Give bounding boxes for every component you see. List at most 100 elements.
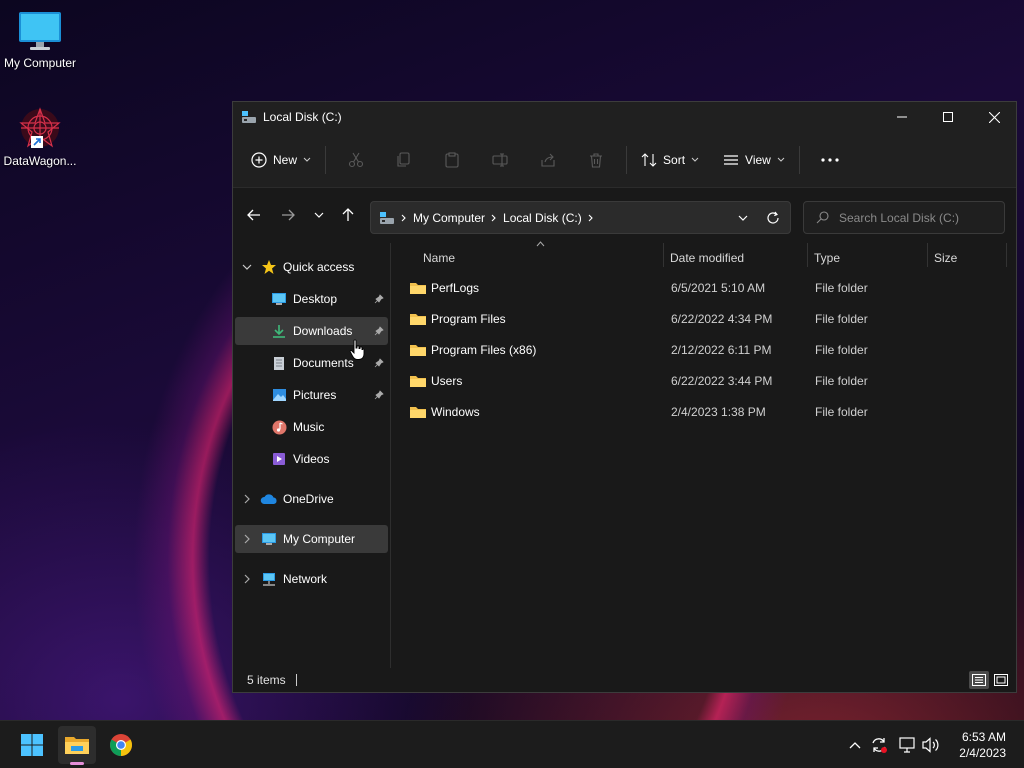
minimize-button[interactable] [879,102,925,132]
pin-icon [374,326,384,336]
taskbar-file-explorer[interactable] [58,726,96,765]
search-placeholder: Search Local Disk (C:) [839,210,960,225]
date-modified: 6/5/2021 5:10 AM [671,280,766,295]
date-modified: 6/22/2022 4:34 PM [671,311,773,326]
file-explorer-icon [65,737,89,754]
nav-item-downloads[interactable]: Downloads [235,317,388,345]
nav-item-desktop[interactable]: Desktop [235,285,388,313]
toolbar-divider [325,145,327,174]
refresh-button[interactable] [766,211,780,225]
nav-item-pictures[interactable]: Pictures [235,381,388,409]
table-row[interactable]: Program Files (x86) 2/12/2022 6:11 PM Fi… [409,334,999,365]
plus-circle-icon [251,151,267,168]
chevron-down-icon [691,157,699,163]
chevron-down-icon [738,215,748,221]
share-button[interactable] [524,144,572,176]
file-type: File folder [815,280,868,295]
nav-label: Music [293,420,325,434]
desktop-icon-datawagon[interactable]: DataWagon... [0,106,80,168]
file-name: Users [431,373,463,388]
toolbar-divider [626,145,628,174]
delete-button[interactable] [572,144,620,176]
chevron-right-icon[interactable] [235,534,259,544]
column-divider[interactable] [1006,243,1007,267]
chevron-down-icon [777,157,785,163]
nav-network[interactable]: Network [235,565,388,593]
chrome-icon [110,734,132,756]
paste-button[interactable] [428,144,476,176]
nav-label: Network [283,572,328,586]
maximize-icon [943,112,953,122]
column-header-name[interactable]: Name [423,243,663,273]
volume-button[interactable] [920,735,942,755]
pin-icon [374,358,384,368]
breadcrumb-local-disk[interactable]: Local Disk (C:) [503,211,582,225]
nav-label: Pictures [293,388,337,402]
column-divider[interactable] [807,243,808,267]
nav-label: OneDrive [283,492,334,506]
nav-item-videos[interactable]: Videos [235,445,388,473]
up-button[interactable] [334,201,362,229]
more-icon [821,157,839,162]
start-button[interactable] [13,726,51,764]
search-box[interactable]: Search Local Disk (C:) [803,201,1005,234]
title-bar[interactable]: Local Disk (C:) [233,102,1016,132]
desktop-icon-my-computer[interactable]: My Computer [0,10,80,70]
file-name: Program Files [431,311,506,326]
system-clock[interactable]: 6:53 AM 2/4/2023 [959,729,1006,761]
file-explorer-window: Local Disk (C:) New Sort View My Compute… [232,101,1017,764]
tiles-view-button[interactable] [991,671,1011,689]
table-row[interactable]: Windows 2/4/2023 1:38 PM File folder [409,396,999,427]
network-icon [899,737,915,753]
address-bar[interactable]: My Computer Local Disk (C:) [370,201,791,234]
table-row[interactable]: Program Files 6/22/2022 4:34 PM File fol… [409,303,999,334]
close-button[interactable] [971,102,1017,132]
chevron-right-icon[interactable] [235,574,259,584]
file-type: File folder [815,373,868,388]
forward-button[interactable] [274,201,302,229]
breadcrumb-my-computer[interactable]: My Computer [413,211,485,225]
back-button[interactable] [240,201,268,229]
show-hidden-icons-button[interactable] [844,735,866,755]
recent-locations-button[interactable] [305,201,333,229]
refresh-icon [767,211,779,224]
nav-label: Videos [293,452,330,466]
rename-button[interactable] [476,144,524,176]
table-row[interactable]: Users 6/22/2022 3:44 PM File folder [409,365,999,396]
column-divider[interactable] [927,243,928,267]
file-list: Name Date modified Type Size PerfLogs 6/… [391,241,1016,764]
sync-status-button[interactable] [868,735,890,755]
folder-icon [409,374,427,388]
column-header-type[interactable]: Type [814,243,926,273]
nav-onedrive[interactable]: OneDrive [235,485,388,513]
nav-item-documents[interactable]: Documents [235,349,388,377]
new-button[interactable]: New [243,144,319,176]
nav-my-computer[interactable]: My Computer [235,525,388,553]
column-header-date[interactable]: Date modified [670,243,806,273]
explorer-body: Quick access Desktop Downloads Documents… [233,241,1016,764]
table-row[interactable]: PerfLogs 6/5/2021 5:10 AM File folder [409,272,999,303]
copy-button[interactable] [380,144,428,176]
cloud-icon [259,493,279,505]
view-button[interactable]: View [715,144,793,176]
sort-button[interactable]: Sort [633,144,707,176]
maximize-button[interactable] [925,102,971,132]
address-history-button[interactable] [738,215,748,221]
copy-icon [397,151,410,167]
column-header-size[interactable]: Size [934,243,1004,273]
details-view-button[interactable] [969,671,989,689]
cut-button[interactable] [332,144,380,176]
more-button[interactable] [806,144,854,176]
nav-quick-access[interactable]: Quick access [235,253,388,281]
file-type: File folder [815,342,868,357]
share-icon [541,153,555,167]
chevron-right-icon[interactable] [235,494,259,504]
taskbar-chrome[interactable] [102,726,140,764]
column-divider[interactable] [663,243,664,267]
view-label: View [745,152,771,167]
desktop-icon-label: My Computer [3,56,77,70]
nav-item-music[interactable]: Music [235,413,388,441]
chevron-down-icon[interactable] [235,264,259,270]
chevron-down-icon [303,157,311,163]
network-status-button[interactable] [896,735,918,755]
